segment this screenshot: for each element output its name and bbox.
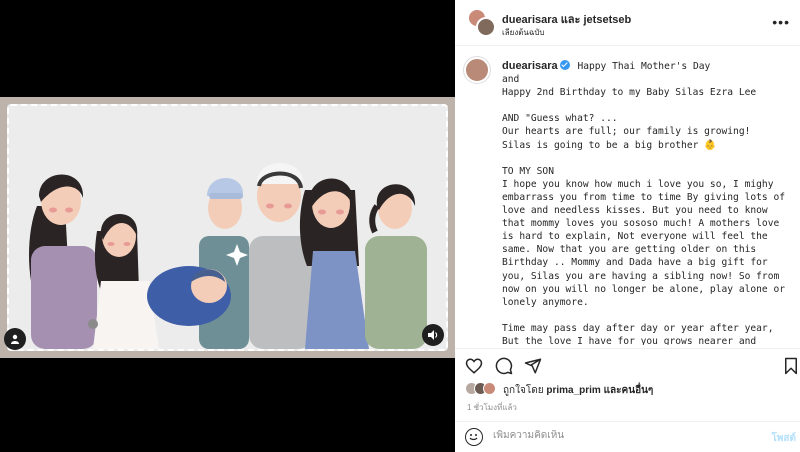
comment-icon[interactable]: [495, 357, 513, 375]
avatar: [476, 17, 496, 37]
author-avatars[interactable]: [467, 8, 496, 37]
figure-man-grey: [249, 163, 313, 349]
share-icon[interactable]: [524, 357, 542, 375]
post-comment-button[interactable]: โพสต์: [771, 431, 796, 446]
likes-summary: ถูกใจโดย prima_prim และคนอื่นๆ: [503, 383, 653, 398]
comment-input[interactable]: [493, 430, 763, 441]
family-illustration: [29, 163, 427, 349]
caption-username[interactable]: duearisara: [502, 60, 558, 72]
emoji-face-icon: [469, 434, 478, 441]
post-header: duearisara และ jetsetseb เลียงต้นฉบับ ••…: [455, 0, 800, 46]
likes-suffix[interactable]: และคนอื่นๆ: [604, 385, 654, 396]
action-bar: [455, 348, 800, 378]
figure-woman-blue: [299, 178, 369, 349]
figure-woman-purple: [29, 174, 97, 349]
caption-area: duearisara Happy Thai Mother's Day and H…: [455, 47, 800, 345]
bookmark-icon[interactable]: [782, 357, 800, 375]
user-tag-button[interactable]: [4, 328, 26, 350]
figure-baby: [147, 266, 231, 326]
user-tag-icon: [11, 334, 19, 344]
post-media[interactable]: [0, 0, 455, 452]
avatar: [483, 382, 496, 395]
media-frame: [0, 97, 455, 358]
heart-icon[interactable]: [465, 357, 483, 375]
illustration-card: [7, 104, 448, 351]
figure-woman-green: [365, 184, 427, 349]
figure-man-cap: [199, 178, 249, 349]
post-side-panel: duearisara และ jetsetseb เลียงต้นฉบับ ••…: [455, 0, 800, 452]
emoji-icon[interactable]: [465, 428, 483, 446]
caption-body: Happy Thai Mother's Day and Happy 2nd Bi…: [502, 61, 786, 345]
liker-username[interactable]: prima_prim: [546, 385, 600, 396]
likes-prefix: ถูกใจโดย: [503, 385, 544, 396]
avatar[interactable]: [464, 57, 490, 83]
comment-bar: โพสต์: [455, 421, 800, 452]
speaker-icon: [428, 330, 438, 340]
more-icon[interactable]: •••: [772, 14, 790, 30]
post-timestamp[interactable]: 1 ชั่วโมงที่แล้ว: [467, 401, 517, 414]
figure-girl-white: [88, 214, 159, 349]
mute-button[interactable]: [422, 324, 444, 346]
caption-text: duearisara Happy Thai Mother's Day and H…: [502, 60, 792, 345]
verified-badge-icon: [559, 60, 570, 70]
audio-source[interactable]: เลียงต้นฉบับ: [502, 26, 545, 39]
